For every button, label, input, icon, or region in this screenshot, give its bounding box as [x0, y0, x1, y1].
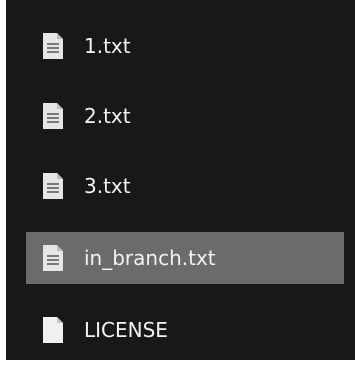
file-item-2-txt[interactable]: 2.txt — [26, 90, 344, 142]
file-item-3-txt[interactable]: 3.txt — [26, 160, 344, 212]
file-item-license[interactable]: LICENSE — [26, 304, 344, 356]
file-item-1-txt[interactable]: 1.txt — [26, 20, 344, 72]
text-file-icon — [43, 103, 63, 129]
text-file-icon — [43, 173, 63, 199]
blank-file-icon — [43, 317, 63, 343]
file-name: 2.txt — [84, 104, 131, 128]
text-file-icon — [43, 245, 63, 271]
file-list-panel: 1.txt 2.txt 3.txt in_branch.txt LICENSE — [6, 0, 355, 360]
file-name: 3.txt — [84, 174, 131, 198]
file-item-in-branch-txt[interactable]: in_branch.txt — [26, 232, 344, 284]
screenshot-frame: 1.txt 2.txt 3.txt in_branch.txt LICENSE — [0, 0, 355, 370]
text-file-icon — [43, 33, 63, 59]
file-name: 1.txt — [84, 34, 131, 58]
file-name: in_branch.txt — [84, 246, 216, 270]
file-name: LICENSE — [84, 318, 168, 342]
